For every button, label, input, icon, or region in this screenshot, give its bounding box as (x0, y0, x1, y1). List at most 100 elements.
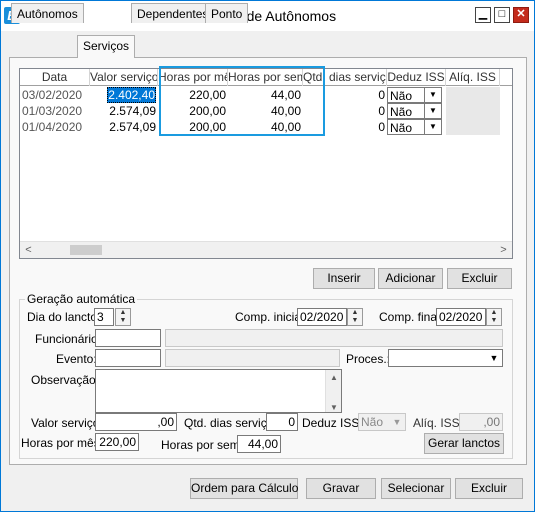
excluir-row-button[interactable]: Excluir (447, 268, 512, 289)
col-header-horas-sem[interactable]: Horas por sem. (228, 69, 303, 86)
cell-aliq-iss[interactable] (446, 119, 500, 135)
evento-code-input[interactable] (95, 349, 161, 367)
spin-up-icon[interactable]: ▲ (116, 309, 130, 317)
funcionario-code-input[interactable] (95, 329, 161, 347)
cell-deduz-iss-dropdown[interactable]: Não ▼ (387, 119, 442, 135)
valor-servico-label: Valor serviço: (31, 416, 103, 430)
deduz-iss-label: Deduz ISS: (302, 416, 363, 430)
scroll-down-icon[interactable]: ▼ (326, 400, 341, 412)
observacao-scrollbar[interactable]: ▲ ▼ (325, 370, 341, 412)
qtd-dias-label: Qtd. dias serviço: (184, 416, 277, 430)
col-header-horas-mes[interactable]: Horas por mês (158, 69, 228, 86)
spin-up-icon[interactable]: ▲ (348, 309, 362, 317)
cell-aliq-iss[interactable] (446, 87, 500, 103)
chevron-down-icon[interactable]: ▼ (424, 88, 441, 102)
col-header-qtd-dias[interactable]: Qtd. dias serviço (303, 69, 387, 86)
tab-servicos[interactable]: Serviços (77, 35, 136, 58)
proces-label: Proces.: (346, 352, 391, 366)
funcionario-name-field (165, 329, 503, 347)
ordem-calculo-button[interactable]: Ordem para Cálculo (190, 478, 298, 499)
dia-lancto-input[interactable]: 3 (94, 308, 114, 326)
cell-deduz-iss-dropdown[interactable]: Não ▼ (387, 87, 442, 103)
cell-horas-sem[interactable]: 40,00 (228, 119, 303, 135)
observacao-label: Observação: (31, 373, 100, 387)
aliq-iss-input[interactable]: ,00 (459, 413, 503, 431)
cell-qtd-dias[interactable]: 0 (303, 87, 387, 103)
table-row[interactable]: 01/03/2020 2.574,09 200,00 40,00 0 Não ▼ (20, 103, 512, 119)
chevron-down-icon[interactable]: ▼ (424, 104, 441, 118)
cell-horas-mes[interactable]: 200,00 (158, 103, 228, 119)
cell-qtd-dias[interactable]: 0 (303, 103, 387, 119)
cell-valor-selected[interactable]: 2.402,40 (107, 87, 156, 103)
cell-deduz-iss-value: Não (390, 121, 413, 135)
cell-horas-mes[interactable]: 200,00 (158, 119, 228, 135)
excluir-button[interactable]: Excluir (455, 478, 523, 499)
cell-deduz-iss-dropdown[interactable]: Não ▼ (387, 103, 442, 119)
adicionar-button[interactable]: Adicionar (378, 268, 443, 289)
horas-mes-label: Horas por mês: (21, 436, 104, 450)
gerar-lanctos-button[interactable]: Gerar lanctos (424, 433, 504, 454)
horas-mes-input[interactable]: 220,00 (95, 433, 139, 451)
cell-data[interactable]: 03/02/2020 (20, 87, 90, 103)
chevron-down-icon[interactable]: ▼ (389, 414, 405, 430)
col-header-deduz-iss[interactable]: Deduz ISS (387, 69, 446, 86)
chevron-down-icon[interactable]: ▼ (424, 120, 441, 134)
geracao-automatica-title: Geração automática (25, 292, 138, 306)
spin-down-icon[interactable]: ▼ (348, 317, 362, 325)
aliq-iss-label: Alíq. ISS: (413, 416, 464, 430)
tab-ponto[interactable]: Ponto (205, 3, 249, 23)
cell-valor-servico[interactable]: 2.574,09 (90, 103, 158, 119)
comp-final-input[interactable]: 02/2020 (436, 308, 486, 326)
col-header-valor-servico[interactable]: Valor serviço (90, 69, 158, 86)
valor-servico-input[interactable]: ,00 (95, 413, 177, 431)
grid-horizontal-scrollbar[interactable]: < > (20, 241, 512, 258)
tab-autonomos[interactable]: Autônomos (11, 3, 84, 23)
dia-lancto-label: Dia do lancto: (27, 310, 101, 324)
cell-valor-servico[interactable]: 2.574,09 (90, 119, 158, 135)
comp-final-label: Comp. final: (379, 310, 444, 324)
cell-valor-servico[interactable]: 2.402,40 (90, 87, 158, 103)
scroll-left-icon[interactable]: < (20, 242, 37, 258)
cell-deduz-iss-value: Não (390, 105, 413, 119)
spin-down-icon[interactable]: ▼ (487, 317, 501, 325)
servicos-grid[interactable]: Data Valor serviço Horas por mês Horas p… (19, 68, 513, 259)
gravar-button[interactable]: Gravar (306, 478, 376, 499)
comp-inicial-spinner[interactable]: ▲ ▼ (347, 308, 363, 326)
comp-final-spinner[interactable]: ▲ ▼ (486, 308, 502, 326)
spin-up-icon[interactable]: ▲ (487, 309, 501, 317)
observacao-textarea[interactable]: ▲ ▼ (95, 369, 342, 413)
spin-down-icon[interactable]: ▼ (116, 317, 130, 325)
deduz-iss-value: Não (361, 415, 384, 429)
col-header-data[interactable]: Data (20, 69, 90, 86)
dia-lancto-spinner[interactable]: ▲ ▼ (115, 308, 131, 326)
cell-horas-sem[interactable]: 44,00 (228, 87, 303, 103)
qtd-dias-input[interactable]: 0 (266, 413, 298, 431)
proces-select[interactable]: ▼ (388, 349, 503, 367)
cell-horas-sem[interactable]: 40,00 (228, 103, 303, 119)
chevron-down-icon[interactable]: ▼ (486, 350, 502, 366)
scroll-right-icon[interactable]: > (495, 242, 512, 258)
cell-data[interactable]: 01/04/2020 (20, 119, 90, 135)
scrollbar-thumb[interactable] (70, 245, 102, 255)
cell-data[interactable]: 01/03/2020 (20, 103, 90, 119)
scroll-up-icon[interactable]: ▲ (326, 370, 341, 384)
comp-inicial-input[interactable]: 02/2020 (297, 308, 347, 326)
table-row[interactable]: 03/02/2020 2.402,40 220,00 44,00 0 Não ▼ (20, 87, 512, 103)
grid-header: Data Valor serviço Horas por mês Horas p… (20, 69, 512, 86)
cell-qtd-dias[interactable]: 0 (303, 119, 387, 135)
evento-label: Evento: (56, 352, 97, 366)
selecionar-button[interactable]: Selecionar (381, 478, 451, 499)
cell-aliq-iss[interactable] (446, 103, 500, 119)
inserir-button[interactable]: Inserir (313, 268, 375, 289)
minimize-button[interactable]: ▁ (475, 7, 491, 23)
cadastro-autonomos-window: B Cadastro de Autônomos ▁ □ ✕ Autônomos … (0, 0, 535, 512)
tab-dependentes[interactable]: Dependentes (131, 3, 215, 23)
horas-sem-label: Horas por sem.: (161, 438, 247, 452)
horas-sem-input[interactable]: 44,00 (237, 435, 281, 453)
deduz-iss-select[interactable]: Não ▼ (358, 413, 406, 431)
cell-horas-mes[interactable]: 220,00 (158, 87, 228, 103)
maximize-button[interactable]: □ (494, 7, 510, 23)
col-header-aliq-iss[interactable]: Alíq. ISS (446, 69, 500, 86)
close-button[interactable]: ✕ (513, 7, 529, 23)
table-row[interactable]: 01/04/2020 2.574,09 200,00 40,00 0 Não ▼ (20, 119, 512, 135)
